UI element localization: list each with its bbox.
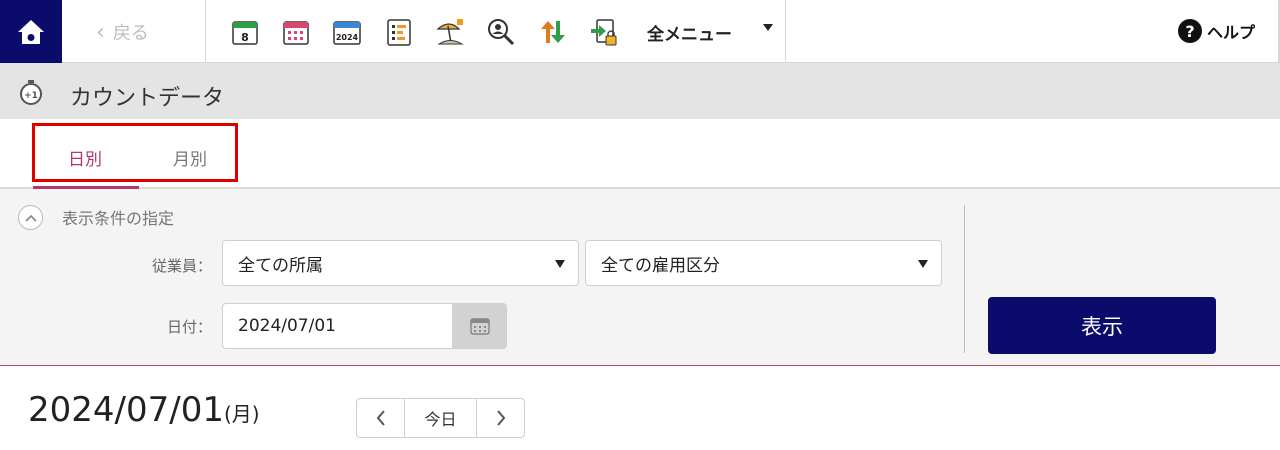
filter-section-title: 表示条件の指定 <box>62 209 175 228</box>
toolbar-divider <box>785 0 786 63</box>
date-pager: 今日 <box>356 398 525 438</box>
schedule-chart-icon[interactable] <box>383 16 415 48</box>
chevron-down-icon[interactable] <box>763 24 773 31</box>
collapse-chevron-up-icon[interactable] <box>18 205 43 230</box>
current-date-heading: 2024/07/01(月) <box>28 390 260 430</box>
page-title: カウントデータ <box>70 86 225 111</box>
panel-divider <box>964 205 965 353</box>
employee-label: 従業員： <box>151 257 212 275</box>
today-button[interactable]: 今日 <box>404 399 477 437</box>
chevron-right-icon <box>496 410 505 426</box>
chevron-down-icon <box>918 260 928 268</box>
date-input[interactable]: 2024/07/01 <box>222 303 453 349</box>
department-select-value: 全ての所属 <box>238 255 323 276</box>
tabs-highlight-box <box>32 123 238 182</box>
help-button[interactable]: ? ヘルプ <box>1178 19 1255 43</box>
help-label: ヘルプ <box>1207 23 1256 42</box>
chevron-left-icon: ‹ <box>96 19 105 45</box>
daily-calendar-day: 8 <box>241 31 249 44</box>
top-navigation-bar: ‹ 戻る 8 2024 全メニュー ? ヘルプ <box>0 0 1280 63</box>
day-of-week: (月) <box>223 402 260 426</box>
date-label: 日付： <box>166 318 212 336</box>
all-menu-button[interactable]: 全メニュー <box>647 20 732 45</box>
yearly-calendar-year: 2024 <box>336 33 359 42</box>
home-icon <box>18 19 44 44</box>
sort-arrows-icon[interactable] <box>537 16 569 48</box>
employment-type-select-value: 全ての雇用区分 <box>601 255 720 276</box>
next-day-button[interactable] <box>477 399 524 437</box>
current-date: 2024/07/01 <box>28 390 224 430</box>
department-select[interactable]: 全ての所属 <box>222 240 579 286</box>
chevron-left-icon <box>376 410 385 426</box>
help-icon: ? <box>1178 19 1202 43</box>
date-picker-button[interactable] <box>452 303 507 349</box>
yearly-calendar-icon[interactable]: 2024 <box>331 16 363 48</box>
vacation-icon[interactable] <box>434 16 466 48</box>
employment-type-select[interactable]: 全ての雇用区分 <box>585 240 942 286</box>
home-button[interactable] <box>0 0 62 63</box>
back-button[interactable]: ‹ 戻る <box>96 18 149 46</box>
daily-calendar-icon[interactable]: 8 <box>229 16 261 48</box>
counter-icon: +1 <box>20 80 42 105</box>
toolbar-divider <box>205 0 206 63</box>
monthly-calendar-icon[interactable] <box>280 16 312 48</box>
lock-exit-icon[interactable] <box>588 16 620 48</box>
show-button[interactable]: 表示 <box>988 297 1216 354</box>
search-person-icon[interactable] <box>485 16 517 48</box>
back-button-label: 戻る <box>112 23 149 44</box>
svg-text:+1: +1 <box>24 91 38 101</box>
chevron-down-icon <box>555 260 565 268</box>
calendar-icon <box>469 318 490 335</box>
previous-day-button[interactable] <box>357 399 404 437</box>
